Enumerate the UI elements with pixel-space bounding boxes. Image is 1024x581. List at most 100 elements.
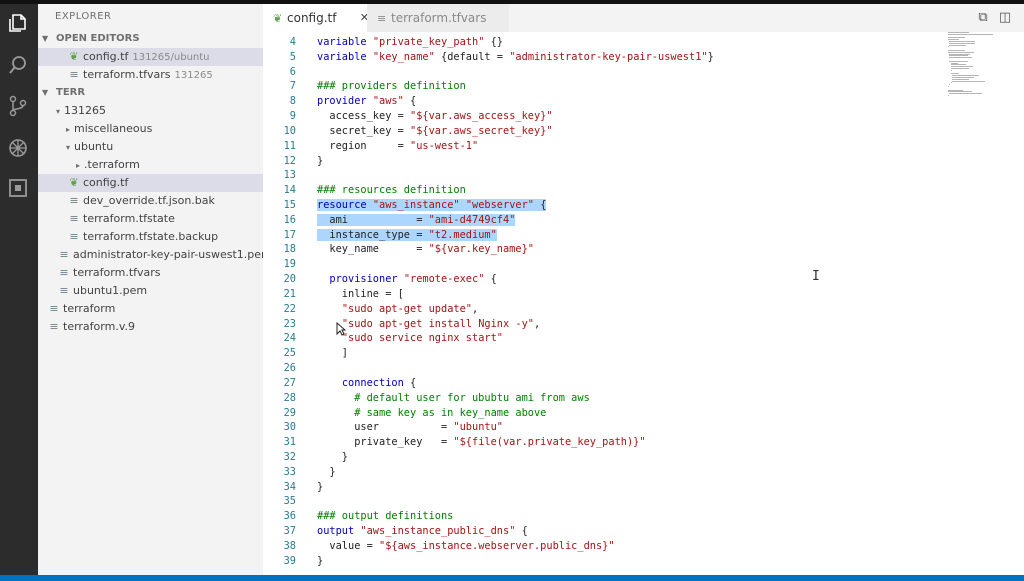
code-line[interactable]: 4 variable "private_key_path" {} (263, 35, 963, 50)
file-icon: ≡ (69, 212, 79, 225)
code-line[interactable]: 32 } (263, 450, 963, 465)
line-number: 4 (289, 36, 296, 48)
tab-label: config.tf (287, 11, 337, 25)
line-number: 36 (283, 510, 296, 523)
code-line[interactable]: 16 ami = "ami-d4749cf4" (263, 213, 963, 228)
code-line[interactable]: 9 access_key = "${var.aws_access_key}" (263, 109, 963, 124)
code-line[interactable]: 27 connection { (263, 376, 963, 391)
tree-label: config.tf (83, 176, 129, 189)
tree-file-config-tf[interactable]: ❦ config.tf (38, 174, 263, 192)
tree-file-tfstate-backup[interactable]: ≡ terraform.tfstate.backup (38, 228, 263, 246)
code-line[interactable]: 6 (263, 65, 963, 80)
tree-folder-131265[interactable]: ▾ 131265 (38, 102, 263, 120)
code-line[interactable]: 5 variable "key_name" {default = "adminis… (263, 50, 963, 65)
code-line[interactable]: 26 (263, 361, 963, 376)
code-line[interactable]: 29 # same key as in key_name above (263, 406, 963, 421)
code-text: "sudo apt-get update", (341, 302, 479, 315)
tree-file-terraform-v9[interactable]: ≡ terraform.v.9 (38, 318, 263, 336)
file-icon: ≡ (377, 12, 387, 25)
tree-file-terraform[interactable]: ≡ terraform (38, 300, 263, 318)
minimap-line (948, 95, 949, 96)
code-line[interactable]: 23 "sudo apt-get install Nginx -y", (263, 317, 963, 332)
code-text: ### output definitions (317, 510, 454, 523)
terraform-file-icon: ❦ (69, 176, 79, 189)
open-editors-header[interactable]: ▼ OPEN EDITORS (38, 30, 263, 48)
tree-file-tfvars[interactable]: ≡ terraform.tfvars (38, 264, 263, 282)
tree-folder-ubuntu[interactable]: ▾ ubuntu (38, 138, 263, 156)
tree-file-tfstate[interactable]: ≡ terraform.tfstate (38, 210, 263, 228)
open-changes-icon[interactable]: ⧉ (972, 4, 994, 32)
code-line[interactable]: 33 } (263, 465, 963, 480)
code-line[interactable]: 35 (263, 494, 963, 509)
code-text: } (317, 154, 324, 167)
tree-label: terraform (63, 302, 116, 315)
code-line[interactable]: 8 provider "aws" { (263, 94, 963, 109)
code-text: user = "ubuntu" (317, 421, 503, 434)
code-line[interactable]: 24 "sudo service nginx start" (263, 331, 963, 346)
code-line[interactable]: 21 inline = [ (263, 287, 963, 302)
code-line[interactable]: 14 ### resources definition (263, 183, 963, 198)
code-line[interactable]: 22 "sudo apt-get update", (263, 302, 963, 317)
code-line[interactable]: 12} (263, 154, 963, 169)
code-text: } (317, 450, 348, 463)
line-number: 11 (283, 139, 296, 152)
code-text: # same key as in key_name above (317, 406, 547, 419)
tree-file-ubuntu1-pem[interactable]: ≡ ubuntu1.pem (38, 282, 263, 300)
explorer-icon[interactable] (7, 12, 29, 34)
terraform-file-icon: ❦ (273, 12, 283, 25)
extensions-icon[interactable] (7, 177, 29, 199)
code-line[interactable]: 39} (263, 554, 963, 569)
open-editor-terraform-tfvars[interactable]: ≡ terraform.tfvars 131265 (38, 66, 263, 84)
line-number: 8 (289, 95, 296, 108)
tree-folder-miscellaneous[interactable]: ▸ miscellaneous (38, 120, 263, 138)
code-line[interactable]: 25 ] (263, 346, 963, 361)
editor-actions: ⧉ ◫ (972, 4, 1016, 32)
code-line[interactable]: 20 provisioner "remote-exec" { (263, 272, 963, 287)
code-line[interactable]: 31 private_key = "${file(var.private_key… (263, 435, 963, 450)
code-line[interactable]: 34} (263, 480, 963, 495)
code-line[interactable]: 7 ### providers definition (263, 79, 963, 94)
file-icon: ≡ (69, 68, 79, 81)
code-line[interactable]: 10 secret_key = "${var.aws_secret_key}" (263, 124, 963, 139)
line-number: 34 (283, 480, 296, 493)
line-number: 21 (283, 287, 296, 300)
open-editor-config-tf[interactable]: ❦ config.tf 131265/ubuntu (38, 48, 263, 66)
tree-file-pem-key[interactable]: ≡ administrator-key-pair-uswest1.pem (38, 246, 263, 264)
workspace-header[interactable]: ▼ TERR (38, 84, 263, 102)
tab-terraform-tfvars[interactable]: ≡ terraform.tfvars (367, 4, 509, 32)
search-icon[interactable] (7, 54, 29, 76)
editor-tab-bar: ❦ config.tf ✕ ≡ terraform.tfvars (263, 4, 1024, 32)
code-line[interactable]: 13 (263, 168, 963, 183)
open-editors-label: OPEN EDITORS (56, 33, 140, 44)
code-line[interactable]: 36 ### output definitions (263, 509, 963, 524)
tab-label: terraform.tfvars (391, 11, 487, 25)
tree-label: terraform.tfvars (73, 266, 161, 279)
tree-folder-terraform-hidden[interactable]: ▸ .terraform (38, 156, 263, 174)
code-line[interactable]: 15 resource "aws_instance" "webserver" { (263, 198, 963, 213)
tab-config-tf[interactable]: ❦ config.tf ✕ (263, 4, 377, 32)
minimap[interactable] (948, 32, 1008, 102)
code-text: provider "aws" { (317, 95, 417, 108)
line-number: 7 (289, 80, 296, 93)
code-line[interactable]: 37 output "aws_instance_public_dns" { (263, 524, 963, 539)
mouse-pointer-icon (336, 322, 346, 336)
line-number: 17 (283, 228, 296, 241)
code-line[interactable]: 38 value = "${aws_instance.webserver.pub… (263, 539, 963, 554)
chevron-down-icon: ▾ (55, 107, 60, 116)
code-line[interactable]: 28 # default user for ububtu ami from aw… (263, 391, 963, 406)
tree-file-dev-override[interactable]: ≡ dev_override.tf.json.bak (38, 192, 263, 210)
debug-icon[interactable] (7, 137, 29, 159)
code-line[interactable]: 19 (263, 257, 963, 272)
split-editor-icon[interactable]: ◫ (994, 4, 1016, 32)
line-number: 15 (283, 199, 296, 212)
chevron-down-icon: ▼ (42, 88, 49, 97)
code-line[interactable]: 18 key_name = "${var.key_name}" (263, 242, 963, 257)
code-line[interactable]: 30 user = "ubuntu" (263, 420, 963, 435)
source-control-icon[interactable] (7, 95, 29, 117)
editor-scrollbar[interactable] (1012, 32, 1024, 575)
code-line[interactable]: 11 region = "us-west-1" (263, 139, 963, 154)
open-editor-label: terraform.tfvars (83, 68, 171, 81)
code-line[interactable]: 17 instance_type = "t2.medium" (263, 228, 963, 243)
code-editor[interactable]: 4 variable "private_key_path" {} 5 variable… (263, 32, 1024, 575)
line-number: 25 (283, 347, 296, 360)
